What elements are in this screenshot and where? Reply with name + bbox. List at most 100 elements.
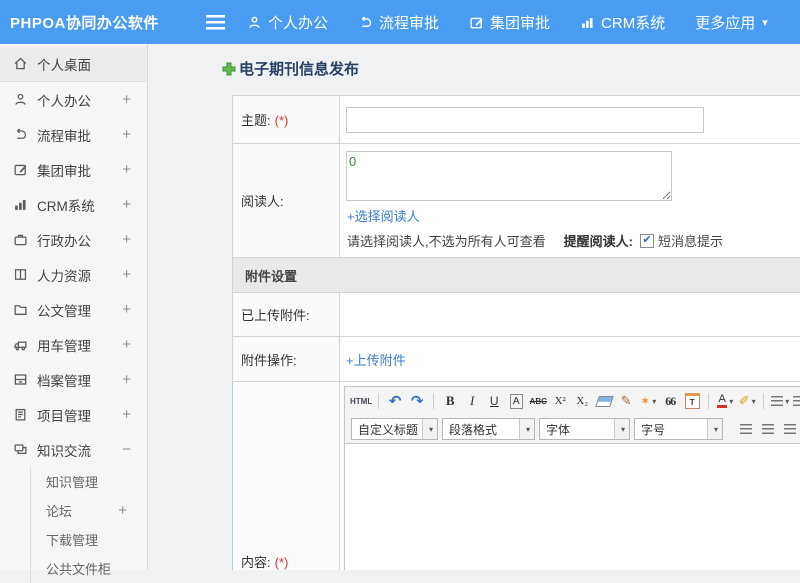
expand-toggle[interactable]: + [122,266,131,283]
font-color-button[interactable]: A▾ [715,391,735,411]
upload-attachment-link[interactable]: +上传附件 [346,350,406,369]
select-readers-link[interactable]: +选择阅读人 [347,206,420,225]
attachment-section-header: 附件设置 [233,258,800,293]
caret-down-icon: ▾ [785,397,789,406]
redo-button[interactable]: ↷ [407,391,427,411]
expand-toggle[interactable]: + [118,502,127,519]
expand-toggle[interactable]: + [122,231,131,248]
sidebar-subitem-forum[interactable]: 论坛 + [31,496,147,525]
approve-icon [469,15,484,30]
sidebar-subitem-public-file-cabinet[interactable]: 公共文件柜 [31,554,147,583]
publish-form: 主题:(*) 阅读人: 0 +选择阅读人 请选择阅读人,不选为所有人可查看 提醒… [232,95,800,570]
format-painter-button[interactable]: ✎ [616,391,636,411]
caret-down-icon: ▾ [729,397,733,406]
page-title-text: 电子期刊信息发布 [239,58,359,79]
expand-toggle[interactable]: + [122,196,131,213]
toolbar-separator [763,393,764,409]
editor-content-area[interactable] [345,443,800,570]
caret-down-icon: ▾ [752,397,756,406]
nav-crm[interactable]: CRM系统 [580,12,665,33]
align-center-button[interactable] [758,419,778,439]
document-icon [13,302,28,317]
nav-group-approval[interactable]: 集团审批 [469,12,550,33]
caret-down-icon: ▾ [614,419,629,439]
subject-row: 主题:(*) [233,96,800,144]
caret-down-icon: ▾ [519,419,534,439]
sidebar-item-vehicle-mgmt[interactable]: 用车管理 + [0,327,147,362]
sidebar-item-label: 个人桌面 [37,54,91,74]
toolbar-separator [433,393,434,409]
nav-workflow-approval[interactable]: 流程审批 [358,12,439,33]
unordered-list-button[interactable]: ▾ [792,391,800,411]
italic-button[interactable]: I [462,391,482,411]
nav-personal-office[interactable]: 个人办公 [247,12,328,33]
sidebar-subitem-knowledge-mgmt[interactable]: 知识管理 [31,467,147,496]
sidebar-subitem-label: 公共文件柜 [46,559,111,578]
paragraph-format-select[interactable]: 段落格式▾ [442,418,535,440]
required-mark: (*) [275,113,289,128]
superscript-button[interactable]: X² [550,391,570,411]
text-box-icon: T [685,393,700,409]
strikethrough-button[interactable]: ABC [528,391,548,411]
uploaded-label-cell: 已上传附件: [233,293,340,337]
sidebar-item-desktop[interactable]: 个人桌面 [0,46,147,82]
sidebar-item-label: 档案管理 [37,370,91,390]
align-right-button[interactable] [780,419,800,439]
readers-row: 阅读人: 0 +选择阅读人 请选择阅读人,不选为所有人可查看 提醒阅读人: 短消… [233,144,800,258]
subject-input[interactable] [346,107,704,133]
expand-toggle[interactable]: + [122,91,131,108]
sidebar-item-archive-mgmt[interactable]: 档案管理 + [0,362,147,397]
subject-value-cell [340,96,800,144]
expand-toggle[interactable]: + [122,161,131,178]
chart-icon [13,197,28,212]
sidebar-item-admin-office[interactable]: 行政办公 + [0,222,147,257]
expand-toggle[interactable]: + [122,301,131,318]
nav-label: 集团审批 [490,12,550,33]
highlight-color-button[interactable]: ✐▾ [737,391,757,411]
sidebar-item-project-mgmt[interactable]: 项目管理 + [0,397,147,432]
quick-format-button[interactable]: ✶▾ [638,391,658,411]
sidebar-item-crm[interactable]: CRM系统 + [0,187,147,222]
sms-reminder-checkbox[interactable] [640,234,654,248]
undo-button[interactable]: ↶ [385,391,405,411]
blockquote-button[interactable]: 66 [660,391,680,411]
sidebar-item-workflow-approval[interactable]: 流程审批 + [0,117,147,152]
paste-as-text-button[interactable]: T [682,391,702,411]
font-family-select[interactable]: 字体▾ [539,418,630,440]
expand-toggle[interactable]: + [122,371,131,388]
sidebar-item-knowledge-exchange[interactable]: 知识交流 − [0,432,147,467]
hamburger-menu-icon[interactable] [206,15,225,30]
attachment-action-label: 附件操作: [241,353,297,368]
sidebar-submenu: 知识管理 论坛 + 下载管理 公共文件柜 [30,467,147,583]
remove-format-button[interactable] [594,391,614,411]
readers-textarea[interactable]: 0 [346,151,672,201]
align-left-button[interactable] [736,419,756,439]
font-style-button[interactable]: A [506,391,526,411]
sidebar-item-label: 个人办公 [37,90,91,110]
font-size-select[interactable]: 字号▾ [634,418,723,440]
readers-value-cell: 0 +选择阅读人 请选择阅读人,不选为所有人可查看 提醒阅读人: 短消息提示 [340,144,800,258]
underline-button[interactable]: U [484,391,504,411]
uploaded-attachments-row: 已上传附件: [233,293,800,337]
expand-toggle[interactable]: + [122,126,131,143]
sidebar-item-personal-office[interactable]: 个人办公 + [0,82,147,117]
sidebar-item-document-mgmt[interactable]: 公文管理 + [0,292,147,327]
expand-toggle[interactable]: + [122,406,131,423]
sidebar-item-hr[interactable]: 人力资源 + [0,257,147,292]
ordered-list-button[interactable]: ▾ [770,391,790,411]
sidebar-item-label: 人力资源 [37,265,91,285]
sidebar-item-label: 项目管理 [37,405,91,425]
sidebar-item-group-approval[interactable]: 集团审批 + [0,152,147,187]
sidebar-subitem-label: 下载管理 [46,530,98,549]
bold-button[interactable]: B [440,391,460,411]
html-source-button[interactable]: HTML [350,391,372,411]
top-navigation: 个人办公 流程审批 集团审批 CRM系统 更多应用 ▾ [247,12,798,33]
nav-more-apps[interactable]: 更多应用 ▾ [695,12,768,33]
subscript-button[interactable]: X₂ [572,391,592,411]
expand-toggle[interactable]: + [122,336,131,353]
collapse-toggle[interactable]: − [122,441,131,458]
heading-select[interactable]: 自定义标题▾ [351,418,438,440]
sidebar-subitem-download-mgmt[interactable]: 下载管理 [31,525,147,554]
highlighter-icon: ✐ [739,393,750,409]
chart-icon [580,15,595,30]
